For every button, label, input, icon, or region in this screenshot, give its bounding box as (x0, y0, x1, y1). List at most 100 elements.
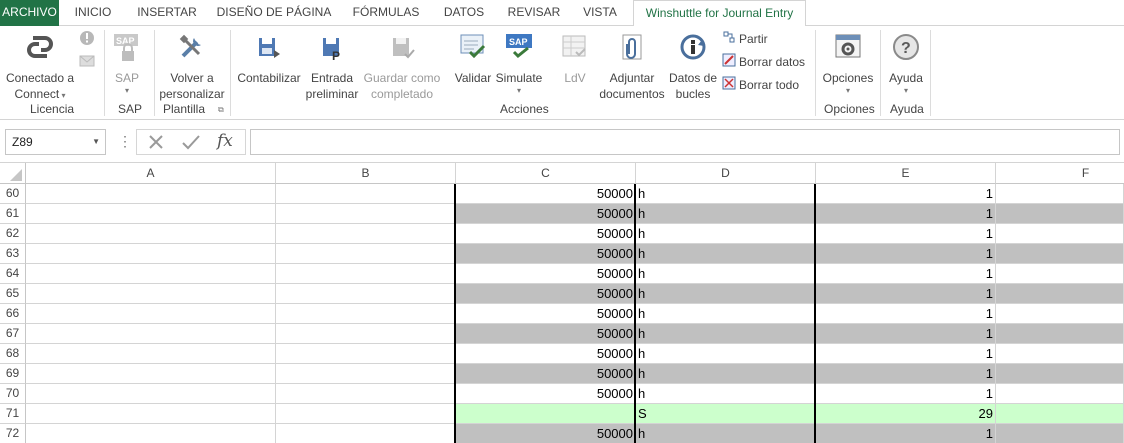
cell-a[interactable] (26, 204, 276, 224)
cell-e[interactable]: 1 (816, 424, 996, 443)
cell-e[interactable]: 1 (816, 244, 996, 264)
cell-e[interactable]: 1 (816, 384, 996, 404)
tab-inicio[interactable]: INICIO (68, 0, 118, 26)
cell-b[interactable] (276, 364, 456, 384)
cell-a[interactable] (26, 404, 276, 424)
cell-e[interactable]: 1 (816, 344, 996, 364)
row-header[interactable]: 67 (0, 324, 26, 344)
cell-e[interactable]: 1 (816, 284, 996, 304)
mail-icon[interactable] (79, 54, 95, 71)
borrar-datos-button[interactable]: Borrar datos (722, 53, 805, 71)
cell-d[interactable]: h (636, 204, 816, 224)
cell-f[interactable] (996, 344, 1124, 364)
cell-b[interactable] (276, 424, 456, 443)
cell-b[interactable] (276, 244, 456, 264)
validar-button[interactable]: Validar (452, 32, 494, 86)
formula-input[interactable] (250, 129, 1120, 155)
ayuda-button[interactable]: ? Ayuda ▾ (884, 32, 928, 95)
contabilizar-button[interactable]: Contabilizar (236, 32, 302, 86)
cell-f[interactable] (996, 284, 1124, 304)
cell-a[interactable] (26, 344, 276, 364)
cell-e[interactable]: 1 (816, 264, 996, 284)
guardar-completado-button[interactable]: Guardar como completado (361, 32, 443, 102)
cell-f[interactable] (996, 244, 1124, 264)
opciones-button[interactable]: Opciones ▾ (820, 32, 876, 95)
cell-f[interactable] (996, 384, 1124, 404)
simulate-button[interactable]: SAP Simulate ▾ (494, 32, 544, 95)
cell-d[interactable]: h (636, 184, 816, 204)
cell-b[interactable] (276, 284, 456, 304)
cell-e[interactable]: 1 (816, 184, 996, 204)
cell-a[interactable] (26, 264, 276, 284)
cell-a[interactable] (26, 244, 276, 264)
cell-a[interactable] (26, 304, 276, 324)
cell-c[interactable]: 50000 (456, 264, 636, 284)
cell-d[interactable]: h (636, 364, 816, 384)
more-icon[interactable]: ⋮ (118, 129, 132, 155)
info-icon[interactable] (79, 30, 95, 49)
cancel-icon[interactable] (147, 133, 165, 154)
cell-a[interactable] (26, 384, 276, 404)
cell-c[interactable]: 50000 (456, 184, 636, 204)
cell-f[interactable] (996, 264, 1124, 284)
cell-b[interactable] (276, 184, 456, 204)
partir-button[interactable]: Partir (722, 30, 768, 48)
tab-insertar[interactable]: INSERTAR (131, 0, 203, 26)
row-header[interactable]: 69 (0, 364, 26, 384)
row-header[interactable]: 66 (0, 304, 26, 324)
entrada-preliminar-button[interactable]: P Entrada preliminar (303, 32, 361, 102)
column-header-c[interactable]: C (456, 163, 636, 184)
cell-a[interactable] (26, 324, 276, 344)
cell-a[interactable] (26, 364, 276, 384)
tab-vista[interactable]: VISTA (576, 0, 624, 26)
cell-c[interactable]: 50000 (456, 284, 636, 304)
cell-d[interactable]: h (636, 284, 816, 304)
cell-f[interactable] (996, 224, 1124, 244)
cell-c[interactable]: 50000 (456, 424, 636, 443)
cell-b[interactable] (276, 264, 456, 284)
cell-d[interactable]: h (636, 384, 816, 404)
cell-b[interactable] (276, 224, 456, 244)
cell-a[interactable] (26, 184, 276, 204)
cell-e[interactable]: 1 (816, 304, 996, 324)
cell-e[interactable]: 1 (816, 204, 996, 224)
cell-f[interactable] (996, 204, 1124, 224)
chevron-down-icon[interactable]: ▼ (92, 130, 100, 154)
cell-d[interactable]: h (636, 304, 816, 324)
tab-formulas[interactable]: FÓRMULAS (348, 0, 424, 26)
insert-function-icon[interactable]: fx (217, 131, 233, 151)
dialog-launcher-icon[interactable]: ⧉ (218, 105, 224, 115)
column-header-e[interactable]: E (816, 163, 996, 184)
row-header[interactable]: 63 (0, 244, 26, 264)
datos-de-bucles-button[interactable]: Datos de bucles (667, 32, 719, 102)
cell-f[interactable] (996, 364, 1124, 384)
row-header[interactable]: 71 (0, 404, 26, 424)
column-header-d[interactable]: D (636, 163, 816, 184)
cell-f[interactable] (996, 304, 1124, 324)
cell-e[interactable]: 1 (816, 364, 996, 384)
cell-c[interactable]: 50000 (456, 244, 636, 264)
cell-c[interactable] (456, 404, 636, 424)
customize-template-button[interactable]: Volver a personalizar (157, 32, 227, 102)
cell-c[interactable]: 50000 (456, 344, 636, 364)
row-header[interactable]: 61 (0, 204, 26, 224)
column-header-b[interactable]: B (276, 163, 456, 184)
borrar-todo-button[interactable]: Borrar todo (722, 76, 799, 94)
tab-diseno-de-pagina[interactable]: DISEÑO DE PÁGINA (214, 0, 334, 26)
tab-datos[interactable]: DATOS (436, 0, 492, 26)
tab-archivo[interactable]: ARCHIVO (0, 0, 59, 26)
cell-a[interactable] (26, 284, 276, 304)
cell-d[interactable]: h (636, 424, 816, 443)
cell-d[interactable]: h (636, 324, 816, 344)
cell-b[interactable] (276, 324, 456, 344)
adjuntar-documentos-button[interactable]: Adjuntar documentos (597, 32, 667, 102)
tab-winshuttle[interactable]: Winshuttle for Journal Entry (633, 0, 806, 27)
cell-a[interactable] (26, 224, 276, 244)
row-header[interactable]: 65 (0, 284, 26, 304)
select-all-corner[interactable] (0, 163, 26, 184)
cell-c[interactable]: 50000 (456, 384, 636, 404)
cell-c[interactable]: 50000 (456, 304, 636, 324)
row-header[interactable]: 64 (0, 264, 26, 284)
cell-e[interactable]: 1 (816, 324, 996, 344)
row-header[interactable]: 72 (0, 424, 26, 443)
